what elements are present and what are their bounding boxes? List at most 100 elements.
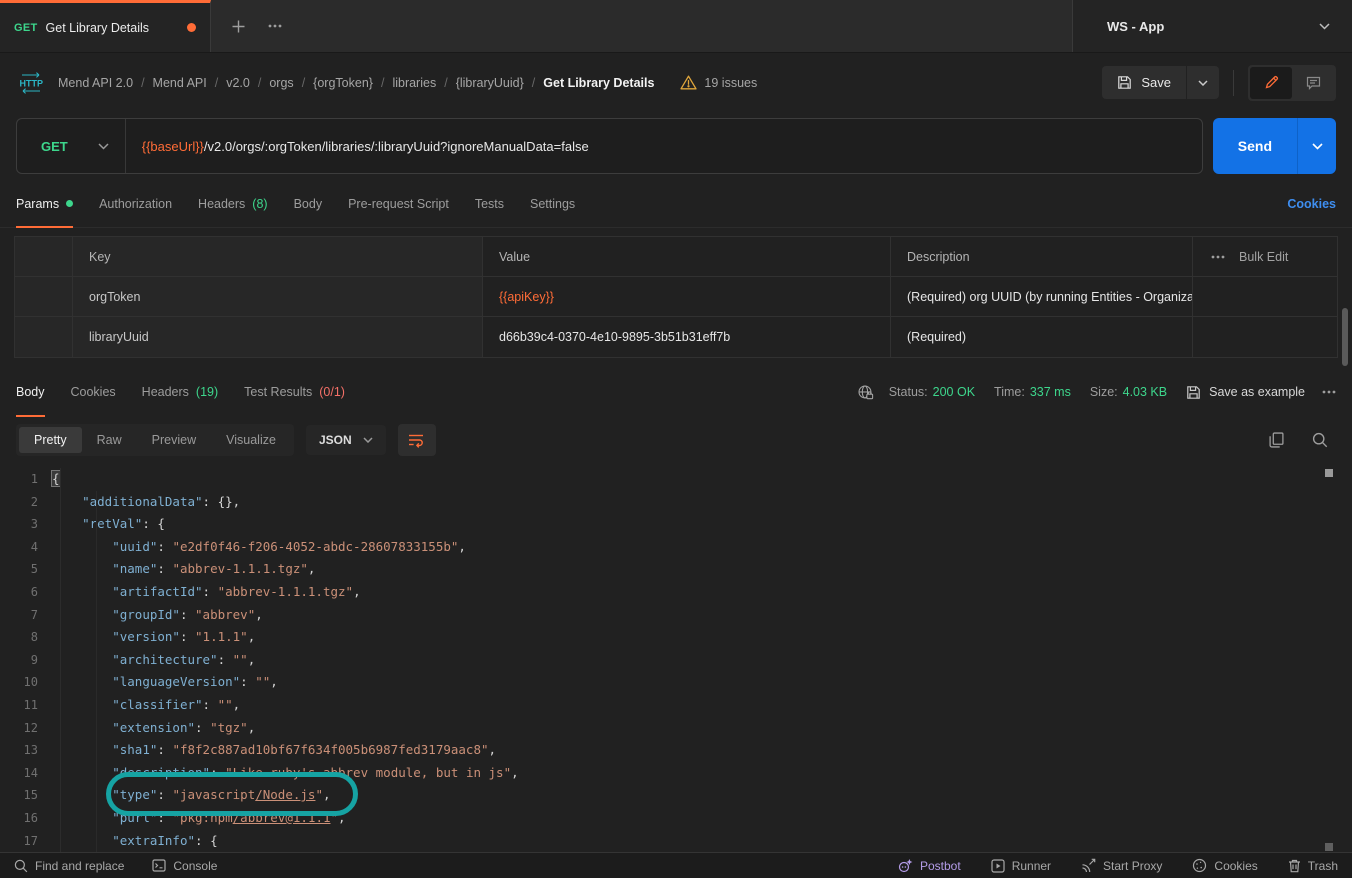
code-line: 13 "sha1": "f8f2c887ad10bf67f634f005b698…: [0, 739, 1352, 762]
workspace-selector[interactable]: WS - App: [1072, 0, 1352, 52]
size-badge: Size: 4.03 KB: [1090, 385, 1167, 399]
tab-authorization[interactable]: Authorization: [99, 180, 172, 227]
tab-label: Pre-request Script: [348, 197, 449, 211]
code-text: "retVal": {: [52, 513, 165, 536]
code-text: "classifier": "",: [52, 694, 240, 717]
wrap-lines-button[interactable]: [398, 424, 436, 456]
response-tab-cookies[interactable]: Cookies: [71, 368, 116, 416]
view-tab-visualize[interactable]: Visualize: [211, 427, 291, 453]
view-tab-raw[interactable]: Raw: [82, 427, 137, 453]
console-icon: [152, 859, 166, 872]
unsaved-changes-dot: [187, 23, 196, 32]
tab-label: Body: [16, 385, 45, 399]
tab-headers[interactable]: Headers(8): [198, 180, 268, 227]
chevron-down-icon: [363, 437, 373, 443]
response-tab-body[interactable]: Body: [16, 368, 45, 416]
editor-scrollbar-mark[interactable]: [1325, 843, 1333, 851]
breadcrumb-item--libraryuuid-[interactable]: {libraryUuid}: [456, 76, 524, 90]
param-key-cell[interactable]: orgToken: [73, 277, 483, 317]
status-value: 200 OK: [933, 385, 975, 399]
send-options-button[interactable]: [1297, 118, 1336, 174]
param-description-cell[interactable]: (Required): [891, 317, 1193, 357]
code-line: 7 "groupId": "abbrev",: [0, 604, 1352, 627]
tab-settings[interactable]: Settings: [530, 180, 575, 227]
format-value: JSON: [319, 433, 352, 447]
save-options-button[interactable]: [1186, 66, 1219, 99]
comments-button[interactable]: [1292, 67, 1334, 99]
edit-request-button[interactable]: [1250, 67, 1292, 99]
code-text: "description": "Like ruby's abbrev modul…: [52, 762, 519, 785]
issues-count-label: 19 issues: [704, 76, 757, 90]
tab-actions: [211, 0, 302, 52]
new-tab-button[interactable]: [231, 19, 246, 34]
breadcrumb-item-get-library-details[interactable]: Get Library Details: [543, 76, 654, 90]
tab-tests[interactable]: Tests: [475, 180, 504, 227]
param-value-cell[interactable]: d66b39c4-0370-4e10-9895-3b51b31eff7b: [483, 317, 891, 357]
params-options-button[interactable]: [1211, 255, 1225, 259]
console-button[interactable]: Console: [152, 859, 217, 873]
find-and-replace-button[interactable]: Find and replace: [14, 859, 124, 873]
tab-label: Settings: [530, 197, 575, 211]
trash-button[interactable]: Trash: [1288, 858, 1338, 873]
breadcrumb-item-mend-api-2-0[interactable]: Mend API 2.0: [58, 76, 133, 90]
column-header-key: Key: [73, 237, 483, 277]
param-value-cell[interactable]: {{apiKey}}: [483, 277, 891, 317]
save-as-example-button[interactable]: Save as example: [1186, 385, 1305, 400]
start-proxy-button[interactable]: Start Proxy: [1081, 858, 1162, 873]
row-select-cell[interactable]: [15, 277, 73, 317]
method-selector[interactable]: GET: [17, 119, 126, 173]
open-request-tab[interactable]: GET Get Library Details: [0, 0, 211, 52]
params-scrollbar[interactable]: [1342, 308, 1348, 366]
view-tab-preview[interactable]: Preview: [137, 427, 211, 453]
code-line: 9 "architecture": "",: [0, 649, 1352, 672]
copy-response-button[interactable]: [1269, 432, 1284, 448]
tab-pre-request-script[interactable]: Pre-request Script: [348, 180, 449, 227]
save-split-button: Save: [1102, 66, 1219, 99]
tab-params[interactable]: Params: [16, 180, 73, 227]
cookies-link[interactable]: Cookies: [1287, 197, 1336, 211]
param-description-cell[interactable]: (Required) org UUID (by running Entities…: [891, 277, 1193, 317]
breadcrumb-item-mend-api[interactable]: Mend API: [153, 76, 207, 90]
view-tab-pretty[interactable]: Pretty: [19, 427, 82, 453]
breadcrumb-item--orgtoken-[interactable]: {orgToken}: [313, 76, 373, 90]
breadcrumb-item-orgs[interactable]: orgs: [269, 76, 293, 90]
format-selector[interactable]: JSON: [306, 425, 386, 455]
runner-button[interactable]: Runner: [991, 858, 1051, 873]
line-number: 6: [0, 581, 52, 604]
cookies-button[interactable]: Cookies: [1192, 858, 1257, 873]
postbot-button[interactable]: Postbot: [897, 858, 961, 873]
postbot-label: Postbot: [920, 859, 961, 873]
code-text: "additionalData": {},: [52, 491, 240, 514]
line-number: 12: [0, 717, 52, 740]
row-select-cell[interactable]: [15, 317, 73, 357]
warning-icon: [680, 75, 697, 90]
breadcrumb-item-libraries[interactable]: libraries: [392, 76, 436, 90]
response-body-editor[interactable]: 1{2 "additionalData": {},3 "retVal": {4 …: [0, 464, 1352, 852]
more-options-icon: [268, 24, 282, 28]
tab-options-button[interactable]: [268, 24, 282, 28]
response-tab-test-results[interactable]: Test Results(0/1): [244, 368, 345, 416]
response-options-button[interactable]: [1322, 390, 1336, 394]
code-link[interactable]: /Node.js: [255, 787, 315, 802]
breadcrumb-item-v2-0[interactable]: v2.0: [226, 76, 250, 90]
editor-scrollbar-mark[interactable]: [1325, 469, 1333, 477]
select-all-cell[interactable]: [15, 237, 73, 277]
response-tab-headers[interactable]: Headers(19): [142, 368, 218, 416]
method-value: GET: [41, 139, 68, 154]
url-input[interactable]: {{baseUrl}}/v2.0/orgs/:orgToken/librarie…: [126, 139, 589, 154]
request-tabs-row: Params Authorization Headers(8) Body Pre-req…: [0, 180, 1352, 228]
search-response-button[interactable]: [1312, 432, 1328, 448]
param-key-cell[interactable]: libraryUuid: [73, 317, 483, 357]
save-button[interactable]: Save: [1102, 66, 1186, 99]
code-link[interactable]: /abbrev@1.1.1: [233, 810, 331, 825]
send-button[interactable]: Send: [1213, 118, 1297, 174]
find-and-replace-label: Find and replace: [35, 859, 124, 873]
breadcrumb-separator: /: [444, 76, 447, 90]
workspace-name: WS - App: [1107, 19, 1164, 34]
time-value: 337 ms: [1030, 385, 1071, 399]
bulk-edit-label[interactable]: Bulk Edit: [1239, 250, 1288, 264]
tab-body[interactable]: Body: [294, 180, 323, 227]
console-label: Console: [173, 859, 217, 873]
copy-icon: [1269, 432, 1284, 448]
issues-indicator[interactable]: 19 issues: [680, 75, 757, 90]
